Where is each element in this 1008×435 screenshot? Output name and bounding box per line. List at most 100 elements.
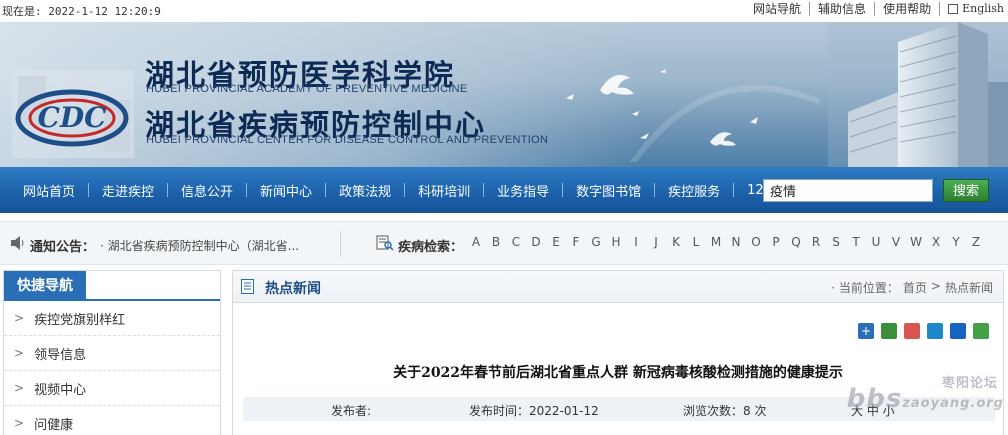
document-icon xyxy=(241,279,254,294)
share-icons: + xyxy=(851,323,989,339)
letter-link[interactable]: J xyxy=(646,235,666,249)
breadcrumb-prefix: · 当前位置： xyxy=(831,281,899,295)
top-links: 网站导航 辅助信息 使用帮助 English xyxy=(745,2,1004,16)
letter-link[interactable]: B xyxy=(486,235,506,249)
quick-nav-item[interactable]: > 领导信息 xyxy=(4,336,220,371)
watermark: 枣阳论坛 bbszaoyang.org xyxy=(846,376,1004,414)
tencent-weibo-icon[interactable] xyxy=(927,323,943,339)
publisher-label: 发布者: xyxy=(331,404,372,418)
chevron-right-icon: > xyxy=(14,311,25,325)
letter-link[interactable]: F xyxy=(566,235,586,249)
cdc-title-en: HUBEI PROVINCIAL CENTER FOR DISEASE CONT… xyxy=(146,134,549,146)
quick-nav-title: 快捷导航 xyxy=(4,271,86,301)
letter-link[interactable]: T xyxy=(846,235,866,249)
plus-share-icon[interactable]: + xyxy=(858,323,874,339)
building-illustration xyxy=(828,22,1008,167)
accessibility-link[interactable]: 辅助信息 xyxy=(809,2,874,16)
wechat-icon[interactable] xyxy=(973,323,989,339)
article-panel-header: 热点新闻 · 当前位置： 首页 > 热点新闻 xyxy=(233,271,1003,303)
nav-about[interactable]: 走进疾控 xyxy=(89,181,167,200)
letter-link[interactable]: N xyxy=(726,235,746,249)
letter-link[interactable]: R xyxy=(806,235,826,249)
current-time: 现在是: 2022-1-12 12:20:9 xyxy=(2,5,161,18)
chevron-right-icon: > xyxy=(14,416,25,430)
letter-link[interactable]: I xyxy=(626,235,646,249)
letter-link[interactable]: U xyxy=(866,235,886,249)
divider xyxy=(340,231,341,257)
letter-link[interactable]: Y xyxy=(946,235,966,249)
disease-search-label: 疾病检索： xyxy=(398,240,464,255)
nav-services[interactable]: 疾控服务 xyxy=(655,181,733,200)
letter-link[interactable]: W xyxy=(906,235,926,249)
quick-nav-header: 快捷导航 xyxy=(4,271,220,301)
quick-nav-item[interactable]: > 问健康 xyxy=(4,406,220,435)
publish-time: 发布时间：2022-01-12 xyxy=(469,404,599,418)
english-link[interactable]: English xyxy=(939,2,1004,16)
site-nav-link[interactable]: 网站导航 xyxy=(745,2,809,16)
academy-title-en: HUBEI PROVINCIAL ACADEMY OF PREVENTIVE M… xyxy=(146,83,468,95)
help-link[interactable]: 使用帮助 xyxy=(874,2,939,16)
breadcrumb: · 当前位置： 首页 > 热点新闻 xyxy=(827,279,993,296)
letter-link[interactable]: Q xyxy=(786,235,806,249)
notice-bar: 通知公告： · 湖北省疾病预防控制中心（湖北省... 疾病检索： A B C D… xyxy=(0,221,1008,265)
document-search-icon xyxy=(376,235,394,251)
letter-link[interactable]: A xyxy=(466,235,486,249)
notice-label: 通知公告： xyxy=(30,240,96,255)
watermark-main: bbs xyxy=(846,384,903,414)
chevron-right-icon: > xyxy=(14,346,25,360)
watermark-top: 枣阳论坛 xyxy=(941,376,998,391)
svg-text:CDC: CDC xyxy=(38,101,108,134)
header-banner: CDC 湖北省预防医学科学院 HUBEI PROVINCIAL ACADEMY … xyxy=(0,22,1008,167)
nav-home[interactable]: 网站首页 xyxy=(10,181,88,200)
letter-link[interactable]: H xyxy=(606,235,626,249)
quick-nav-item-label: 问健康 xyxy=(34,417,74,433)
nav-info-disclosure[interactable]: 信息公开 xyxy=(168,181,246,200)
breadcrumb-home[interactable]: 首页 xyxy=(903,279,927,296)
letter-link[interactable]: G xyxy=(586,235,606,249)
quick-nav-item[interactable]: > 疾控党旗别样红 xyxy=(4,301,220,336)
letter-link[interactable]: Z xyxy=(966,235,986,249)
nav-guidance[interactable]: 业务指导 xyxy=(484,181,562,200)
renren-icon[interactable] xyxy=(950,323,966,339)
quick-nav-item-label: 视频中心 xyxy=(34,382,87,398)
nav-library[interactable]: 数字图书馆 xyxy=(563,181,654,200)
nav-policy[interactable]: 政策法规 xyxy=(326,181,404,200)
quick-nav-panel: 快捷导航 > 疾控党旗别样红 > 领导信息 > 视频中心 > 问健康 xyxy=(3,270,221,435)
letter-link[interactable]: P xyxy=(766,235,786,249)
nav-research[interactable]: 科研培训 xyxy=(405,181,483,200)
letter-link[interactable]: M xyxy=(706,235,726,249)
letter-link[interactable]: K xyxy=(666,235,686,249)
doves-illustration xyxy=(566,69,820,162)
nav-news[interactable]: 新闻中心 xyxy=(247,181,325,200)
cdc-logo[interactable]: CDC xyxy=(12,70,134,158)
letter-link[interactable]: S xyxy=(826,235,846,249)
letter-index: A B C D E F G H I J K L M N O P Q R S T … xyxy=(466,235,986,249)
watermark-domain: zaoyang.org xyxy=(902,396,1004,411)
english-label: English xyxy=(962,2,1004,15)
notice-ticker-item[interactable]: · 湖北省疾病预防控制中心（湖北省... xyxy=(100,237,299,254)
search-input[interactable] xyxy=(763,179,933,202)
breadcrumb-separator: > xyxy=(930,279,941,293)
top-bar: 现在是: 2022-1-12 12:20:9 网站导航 辅助信息 使用帮助 En… xyxy=(0,0,1008,22)
quick-nav-item-label: 领导信息 xyxy=(34,347,87,363)
breadcrumb-current[interactable]: 热点新闻 xyxy=(945,279,993,296)
quick-nav-item-label: 疾控党旗别样红 xyxy=(34,312,126,328)
search-button[interactable]: 搜索 xyxy=(943,179,989,202)
quick-nav-item[interactable]: > 视频中心 xyxy=(4,371,220,406)
chevron-right-icon: > xyxy=(14,381,25,395)
speaker-icon xyxy=(11,236,24,250)
view-count: 浏览次数：8 次 xyxy=(683,404,767,418)
letter-link[interactable]: E xyxy=(546,235,566,249)
main-nav: 网站首页 走进疾控 信息公开 新闻中心 政策法规 科研培训 业务指导 数字图书馆… xyxy=(0,167,1008,213)
letter-link[interactable]: O xyxy=(746,235,766,249)
language-icon xyxy=(948,4,959,14)
letter-link[interactable]: V xyxy=(886,235,906,249)
letter-link[interactable]: D xyxy=(526,235,546,249)
letter-link[interactable]: C xyxy=(506,235,526,249)
letter-link[interactable]: X xyxy=(926,235,946,249)
article-title: 关于2022年春节前后湖北省重点人群 新冠病毒核酸检测措施的健康提示 xyxy=(393,365,843,381)
qzone-icon[interactable] xyxy=(881,323,897,339)
letter-link[interactable]: L xyxy=(686,235,706,249)
weibo-icon[interactable] xyxy=(904,323,920,339)
section-title: 热点新闻 xyxy=(265,281,321,297)
